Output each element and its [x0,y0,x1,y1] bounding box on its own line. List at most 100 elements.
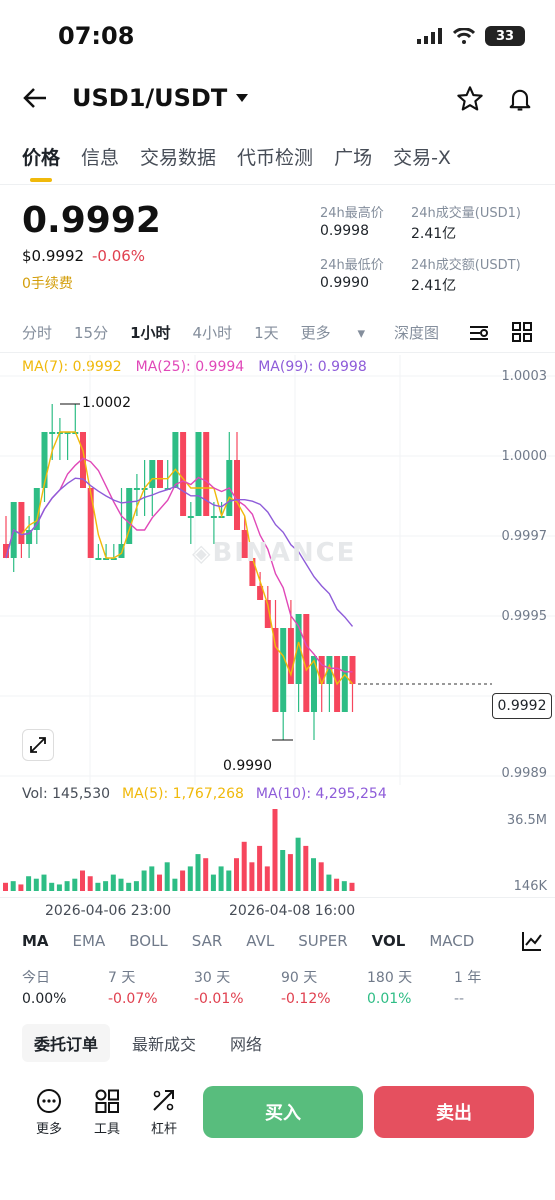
fullscreen-button[interactable] [22,729,54,761]
pair-title: USD1/USDT [72,84,228,112]
volume-bar [210,874,216,891]
high-label: 24h最高价 [320,206,384,221]
indicator-macd[interactable]: MACD [429,932,474,950]
watermark-text: BINANCE [212,538,357,568]
tab-price[interactable]: 价格 [22,143,60,170]
indicator-boll[interactable]: BOLL [129,932,168,950]
indicator-super[interactable]: SUPER [298,932,347,950]
interval-1h[interactable]: 1小时 [130,322,170,343]
wifi-icon [453,28,475,44]
tab-trade-x[interactable]: 交易-X [393,143,451,170]
leverage-button[interactable]: 杠杆 [139,1088,189,1137]
perf-label: 今日 [22,970,50,986]
interval-15m[interactable]: 15分 [74,322,108,343]
tab-network[interactable]: 网络 [218,1024,274,1062]
perf-label: 30 天 [194,970,231,986]
candle [280,628,287,712]
more-label: 更多 [35,1122,62,1137]
star-icon[interactable] [456,85,484,113]
status-time: 07:08 [58,22,135,50]
grid-layout-icon[interactable] [512,322,532,342]
candle [349,656,356,684]
divider [0,897,555,898]
candle [41,432,48,488]
tab-token-check[interactable]: 代币检测 [237,143,313,170]
more-dots-icon [37,1089,61,1113]
caret-down-icon: ▾ [357,324,365,342]
volume-bar [341,881,347,891]
vol-ma5-label: MA(5): 1,767,268 [122,786,244,802]
candle [87,488,94,558]
candle [187,516,194,518]
sell-button[interactable]: 卖出 [374,1086,534,1138]
volume-bar [334,878,340,891]
interval-4h[interactable]: 4小时 [193,322,233,343]
volume-bar [318,862,324,891]
volume-bar [257,845,263,891]
chart-settings-icon[interactable] [468,323,490,343]
indicator-chart-icon[interactable] [521,930,543,952]
volume-label: 24h成交量(USD1) [411,206,521,221]
volume-bar [303,845,309,891]
back-arrow-icon[interactable] [22,86,48,110]
indicator-ema[interactable]: EMA [73,932,106,950]
candle [157,460,163,488]
more-button[interactable]: 更多 [24,1088,74,1137]
leverage-label: 杠杆 [150,1122,177,1137]
candle [341,656,348,712]
volume-bar [110,874,116,891]
volume-value: 2.41亿 [411,226,457,242]
price-axis-label: 0.9997 [501,529,548,544]
depth-chart-button[interactable]: 深度图 [394,322,439,343]
buy-button[interactable]: 买入 [203,1086,363,1138]
tab-underline [30,178,52,182]
tab-recent-trades[interactable]: 最新成交 [120,1024,208,1062]
perf-label: 180 天 [367,970,413,986]
volume-bar [218,866,224,891]
tools-button[interactable]: 工具 [82,1088,132,1137]
candle [272,628,279,712]
interval-timeline[interactable]: 分时 [22,322,52,343]
tab-trading-data[interactable]: 交易数据 [140,143,216,170]
candlestick-chart[interactable] [0,355,555,785]
indicator-vol[interactable]: VOL [372,932,406,950]
date-label: 2026-04-06 23:00 [45,903,172,919]
price-axis-label: 1.0003 [501,369,548,384]
volume-bar [33,878,39,891]
bell-icon[interactable] [506,85,534,113]
candle [195,432,202,516]
volume-bar [95,882,101,891]
vol-axis-bottom: 146K [513,879,547,894]
order-tabs: 委托订单 最新成交 网络 [22,1024,274,1062]
signal-icon [417,28,442,44]
tab-open-orders[interactable]: 委托订单 [22,1024,111,1062]
candle [210,516,217,518]
volume-bar [172,878,178,891]
pair-selector[interactable]: USD1/USDT [72,84,249,112]
perf-value: 0.01% [367,991,412,1007]
tab-square[interactable]: 广场 [334,143,372,170]
volume-bar [26,876,32,891]
interval-1d[interactable]: 1天 [254,322,279,343]
volume-bar [18,884,24,891]
perf-label: 1 年 [454,970,482,986]
price-change: -0.06% [92,247,146,265]
candle [149,460,156,488]
volume-bar [72,878,78,891]
tab-info[interactable]: 信息 [81,143,119,170]
interval-more[interactable]: 更多 ▾ [301,322,387,343]
binance-logo-icon: ◈ [192,539,213,567]
indicator-sar[interactable]: SAR [192,932,222,950]
volume-bar [80,870,85,891]
vol-axis-top: 36.5M [506,813,547,828]
watermark: ◈BINANCE [192,538,356,568]
expand-icon [30,737,46,753]
indicator-ma[interactable]: MA [22,932,49,950]
tools-label: 工具 [93,1122,120,1137]
perf-value: -0.07% [108,991,158,1007]
volume-bar [164,862,170,891]
turnover-value: 2.41亿 [411,278,457,294]
volume-bar [311,858,316,891]
indicator-avl[interactable]: AVL [246,932,274,950]
volume-bar [264,866,270,891]
